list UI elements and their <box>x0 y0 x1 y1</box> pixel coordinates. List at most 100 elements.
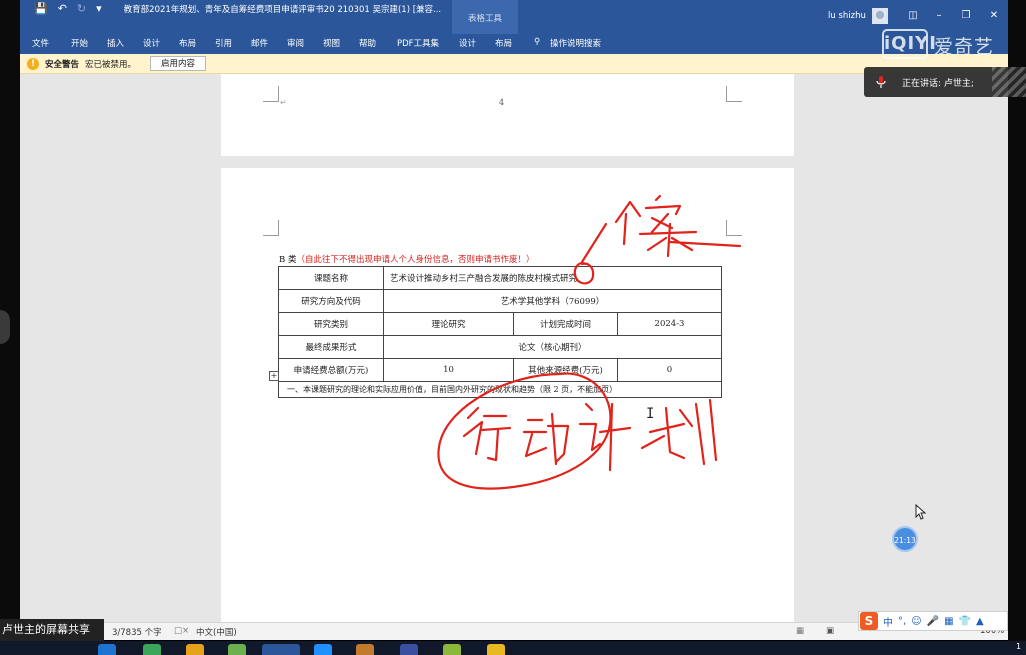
read-mode-icon[interactable]: ▦ <box>796 626 804 636</box>
taskbar-app-icon[interactable] <box>314 644 332 655</box>
tab-table-design[interactable]: 设计 <box>459 37 476 49</box>
topic-label[interactable]: 课题名称 <box>278 266 384 290</box>
ime-keyboard-icon[interactable]: ▦ <box>944 616 953 627</box>
tab-file[interactable]: 文件 <box>32 37 49 49</box>
microphone-icon <box>876 76 886 88</box>
plan-label[interactable]: 计划完成时间 <box>513 312 618 336</box>
ime-skin-icon[interactable]: 👕 <box>959 616 971 627</box>
funding-label[interactable]: 申请经费总额(万元) <box>278 358 384 382</box>
taskbar-word-icon[interactable] <box>262 644 300 655</box>
category-value[interactable]: 理论研究 <box>383 312 514 336</box>
section-b-heading: B 类（自此往下不得出现申请人个人身份信息，否则申请书作废！） <box>279 253 534 265</box>
warning-icon: ! <box>27 57 39 70</box>
tab-design[interactable]: 设计 <box>143 37 160 49</box>
redo-icon[interactable]: ↻ <box>77 2 86 15</box>
ime-toolbar[interactable]: S 中 °, ☺ 🎤 ▦ 👕 ▲ <box>858 611 1008 631</box>
section-b-prefix: B 类 <box>279 255 297 265</box>
left-black-strip <box>0 0 20 655</box>
page-4[interactable]: ↵ 4 <box>221 74 794 156</box>
tab-insert[interactable]: 插入 <box>107 37 124 49</box>
document-canvas[interactable]: ↵ 4 B 类（自此往下不得出现申请人个人身份信息，否则申请书作废！） 课题名称… <box>20 74 1008 628</box>
close-icon[interactable]: ✕ <box>986 9 1002 23</box>
plan-value[interactable]: 2024-3 <box>616 312 723 336</box>
timer-bubble[interactable]: 21:13 <box>892 526 918 552</box>
warning-title: 安全警告 <box>45 59 80 70</box>
iqiyi-watermark: iQIYI 爱奇艺 <box>882 27 1014 61</box>
ime-voice-icon[interactable]: 🎤 <box>927 616 939 627</box>
tab-layout[interactable]: 布局 <box>179 37 196 49</box>
tab-pdf-tools[interactable]: PDF工具集 <box>397 37 439 49</box>
other-funding-value[interactable]: 0 <box>616 358 723 382</box>
save-icon[interactable]: 💾 <box>34 2 48 15</box>
category-label[interactable]: 研究类别 <box>278 312 384 336</box>
tab-table-layout[interactable]: 布局 <box>495 37 512 49</box>
word-count[interactable]: 3/7835 个字 <box>112 626 162 638</box>
crop-mark <box>726 86 742 102</box>
tab-help[interactable]: 帮助 <box>359 37 376 49</box>
windows-taskbar: 1 <box>0 641 1026 655</box>
avatar[interactable] <box>872 8 888 24</box>
speaking-indicator: 正在讲话: 卢世主; <box>864 67 1026 97</box>
tab-mailings[interactable]: 邮件 <box>251 37 268 49</box>
table-row: 一、本课题研究的理论和实际应用价值，目前国内外研究的现状和趋势（限 2 页，不能… <box>277 381 723 398</box>
ime-emoji-icon[interactable]: ☺ <box>911 616 921 627</box>
ime-chinese-mode[interactable]: 中 <box>883 614 893 629</box>
taskbar-app-icon[interactable] <box>143 644 161 655</box>
customize-qat-icon[interactable]: ▾ <box>96 2 102 15</box>
side-handle[interactable] <box>0 310 10 344</box>
page-5[interactable]: B 类（自此往下不得出现申请人个人身份信息，否则申请书作废！） 课题名称 艺术设… <box>221 168 794 628</box>
topic-value[interactable]: 艺术设计推动乡村三产融合发展的陈皮村模式研究 <box>382 266 723 290</box>
tab-home[interactable]: 开始 <box>71 37 88 49</box>
taskbar-app-icon[interactable] <box>400 644 418 655</box>
direction-label[interactable]: 研究方向及代码 <box>278 289 384 313</box>
taskbar-folder-icon[interactable] <box>487 644 505 655</box>
table-row: 研究方向及代码 艺术学其他学科（76099） <box>278 289 723 313</box>
restore-icon[interactable]: ❐ <box>958 9 974 23</box>
minimize-icon[interactable]: – <box>931 9 947 23</box>
tell-me-search[interactable]: 操作说明搜索 <box>550 37 601 49</box>
speaking-pattern <box>992 67 1026 97</box>
sogou-ime-icon[interactable]: S <box>860 612 878 630</box>
direction-value[interactable]: 艺术学其他学科（76099） <box>382 289 723 313</box>
screen: 💾 ↶ ↻ ▾ 教育部2021年规划、青年及自筹经费项目申请评审书20 2103… <box>0 0 1026 655</box>
result-value[interactable]: 论文（核心期刊） <box>382 335 723 359</box>
title-bar: 💾 ↶ ↻ ▾ 教育部2021年规划、青年及自筹经费项目申请评审书20 2103… <box>20 0 1008 34</box>
table-row: 最终成果形式 论文（核心期刊） <box>278 335 723 359</box>
section-one-heading[interactable]: 一、本课题研究的理论和实际应用价值，目前国内外研究的现状和趋势（限 2 页，不能… <box>277 381 723 398</box>
application-form-table[interactable]: 课题名称 艺术设计推动乡村三产融合发展的陈皮村模式研究 研究方向及代码 艺术学其… <box>277 266 723 398</box>
taskbar-app-icon[interactable] <box>356 644 374 655</box>
taskbar-app-icon[interactable] <box>98 644 116 655</box>
table-row: 课题名称 艺术设计推动乡村三产融合发展的陈皮村模式研究 <box>278 266 723 290</box>
other-funding-label[interactable]: 其他来源经费(万元) <box>513 358 618 382</box>
crop-mark <box>726 220 742 236</box>
ribbon-display-icon[interactable]: ◫ <box>905 9 921 23</box>
right-black-strip <box>1008 0 1026 655</box>
proofing-icon[interactable]: □× <box>174 626 189 636</box>
crop-mark <box>263 220 279 236</box>
lightbulb-icon[interactable]: ⚲ <box>534 37 540 47</box>
taskbar-clock[interactable]: 1 <box>1016 642 1021 651</box>
tab-references[interactable]: 引用 <box>215 37 232 49</box>
security-warning-bar: ! 安全警告 宏已被禁用。 启用内容 <box>20 54 1008 74</box>
table-move-handle[interactable]: + <box>269 371 279 381</box>
result-label[interactable]: 最终成果形式 <box>278 335 384 359</box>
user-name[interactable]: lu shizhu <box>828 11 866 21</box>
speaking-label: 正在讲话: 卢世主; <box>902 79 974 89</box>
undo-icon[interactable]: ↶ <box>58 2 67 15</box>
print-layout-icon[interactable]: ▣ <box>826 626 834 636</box>
crop-mark <box>263 86 279 102</box>
ime-punctuation[interactable]: °, <box>898 616 906 627</box>
document-title: 教育部2021年规划、青年及自筹经费项目申请评审书20 210301 吴宗建(1… <box>123 4 442 15</box>
ime-tools-icon[interactable]: ▲ <box>976 616 984 627</box>
enable-content-button[interactable]: 启用内容 <box>150 56 207 71</box>
tab-view[interactable]: 视图 <box>323 37 340 49</box>
quick-access-toolbar: 💾 ↶ ↻ ▾ <box>34 2 102 15</box>
funding-value[interactable]: 10 <box>383 358 514 382</box>
tab-review[interactable]: 审阅 <box>287 37 304 49</box>
taskbar-app-icon[interactable] <box>186 644 204 655</box>
text-cursor-icon: I <box>646 406 655 422</box>
taskbar-app-icon[interactable] <box>228 644 246 655</box>
language-indicator[interactable]: 中文(中国) <box>196 626 237 638</box>
page-number: 4 <box>499 98 505 107</box>
taskbar-app-icon[interactable] <box>443 644 461 655</box>
